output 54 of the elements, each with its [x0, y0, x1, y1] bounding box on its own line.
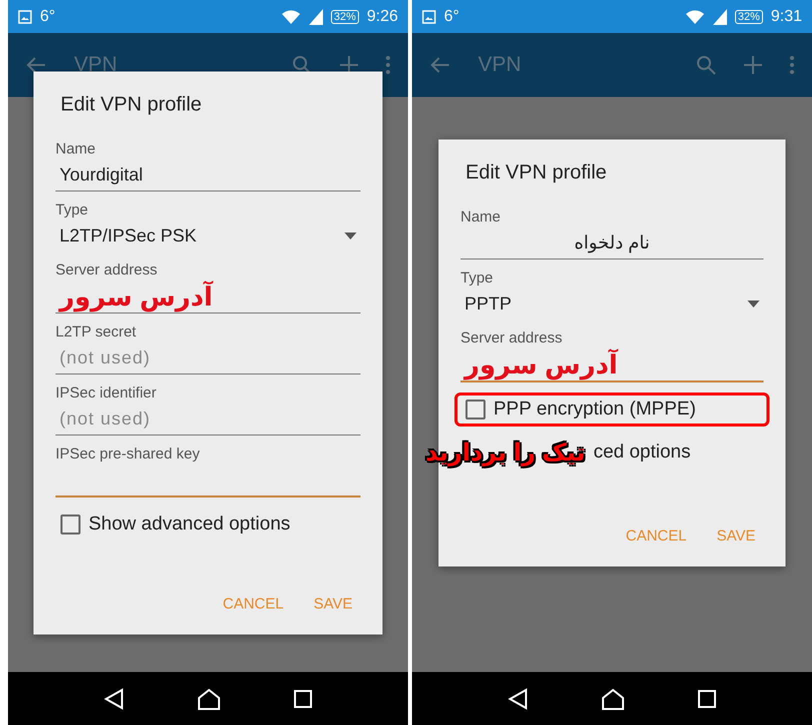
- annotation-text: آدرس سرور: [60, 281, 213, 312]
- back-icon[interactable]: [508, 688, 528, 710]
- field-label: L2TP secret: [56, 323, 138, 341]
- input-field[interactable]: Yourdigital: [56, 158, 360, 191]
- checkbox-label: Show advanced options: [88, 513, 290, 535]
- recents-icon[interactable]: [294, 690, 312, 708]
- type-dropdown[interactable]: PPTP: [460, 287, 764, 319]
- home-icon[interactable]: [196, 688, 221, 710]
- battery-text: 32%: [734, 10, 763, 24]
- clock-text: 9:26: [366, 8, 398, 26]
- wifi-icon: [280, 8, 301, 24]
- type-dropdown[interactable]: L2TP/IPSec PSK: [56, 219, 360, 251]
- field-label: IPSec pre-shared key: [56, 445, 201, 463]
- temperature-text: 6°: [444, 8, 460, 26]
- battery-text: 32%: [330, 10, 359, 24]
- annotation-text: آدرس سرور: [464, 349, 618, 380]
- signal-icon: [712, 8, 727, 24]
- checkbox[interactable]: [466, 399, 486, 419]
- field-label: Server address: [56, 261, 158, 279]
- back-arrow-icon[interactable]: [26, 56, 46, 74]
- checkbox-label: PPP encryption (MPPE): [494, 398, 696, 420]
- input-field[interactable]: (not used): [56, 341, 360, 374]
- app-title: VPN: [74, 53, 118, 77]
- field-label: Name: [56, 140, 97, 158]
- caret-icon: [748, 300, 760, 308]
- dialog-button[interactable]: CANCEL: [626, 523, 687, 548]
- field-label: Type: [56, 201, 90, 219]
- field-label: Type: [460, 269, 494, 287]
- back-icon[interactable]: [104, 688, 124, 710]
- image-icon: [18, 10, 32, 24]
- caret-icon: [344, 232, 356, 240]
- app-title: VPN: [478, 53, 522, 77]
- input-field[interactable]: (not used): [56, 402, 360, 435]
- dialog-title: Edit VPN profile: [60, 93, 203, 116]
- field-label: Server address: [460, 329, 564, 347]
- recents-icon[interactable]: [698, 690, 716, 708]
- field-label: Name: [460, 208, 502, 226]
- input-field[interactable]: آدرس سرور: [460, 347, 764, 382]
- dialog-button[interactable]: SAVE: [716, 523, 756, 548]
- input-field[interactable]: نام دلخواه: [460, 226, 764, 259]
- temperature-text: 6°: [40, 8, 56, 26]
- clock-text: 9:31: [770, 8, 802, 26]
- plus-icon[interactable]: [340, 56, 358, 74]
- input-field[interactable]: آدرس سرور: [56, 279, 360, 313]
- checkbox[interactable]: [60, 514, 80, 534]
- home-icon[interactable]: [600, 688, 625, 710]
- dialog-button[interactable]: CANCEL: [222, 591, 284, 616]
- wifi-icon: [684, 8, 705, 24]
- checkbox-label: ced options: [593, 442, 691, 464]
- image-icon: [422, 10, 436, 24]
- field-label: IPSec identifier: [56, 384, 158, 402]
- signal-icon: [308, 8, 323, 24]
- dialog-button[interactable]: SAVE: [314, 591, 352, 616]
- dialog-title: Edit VPN profile: [464, 161, 608, 184]
